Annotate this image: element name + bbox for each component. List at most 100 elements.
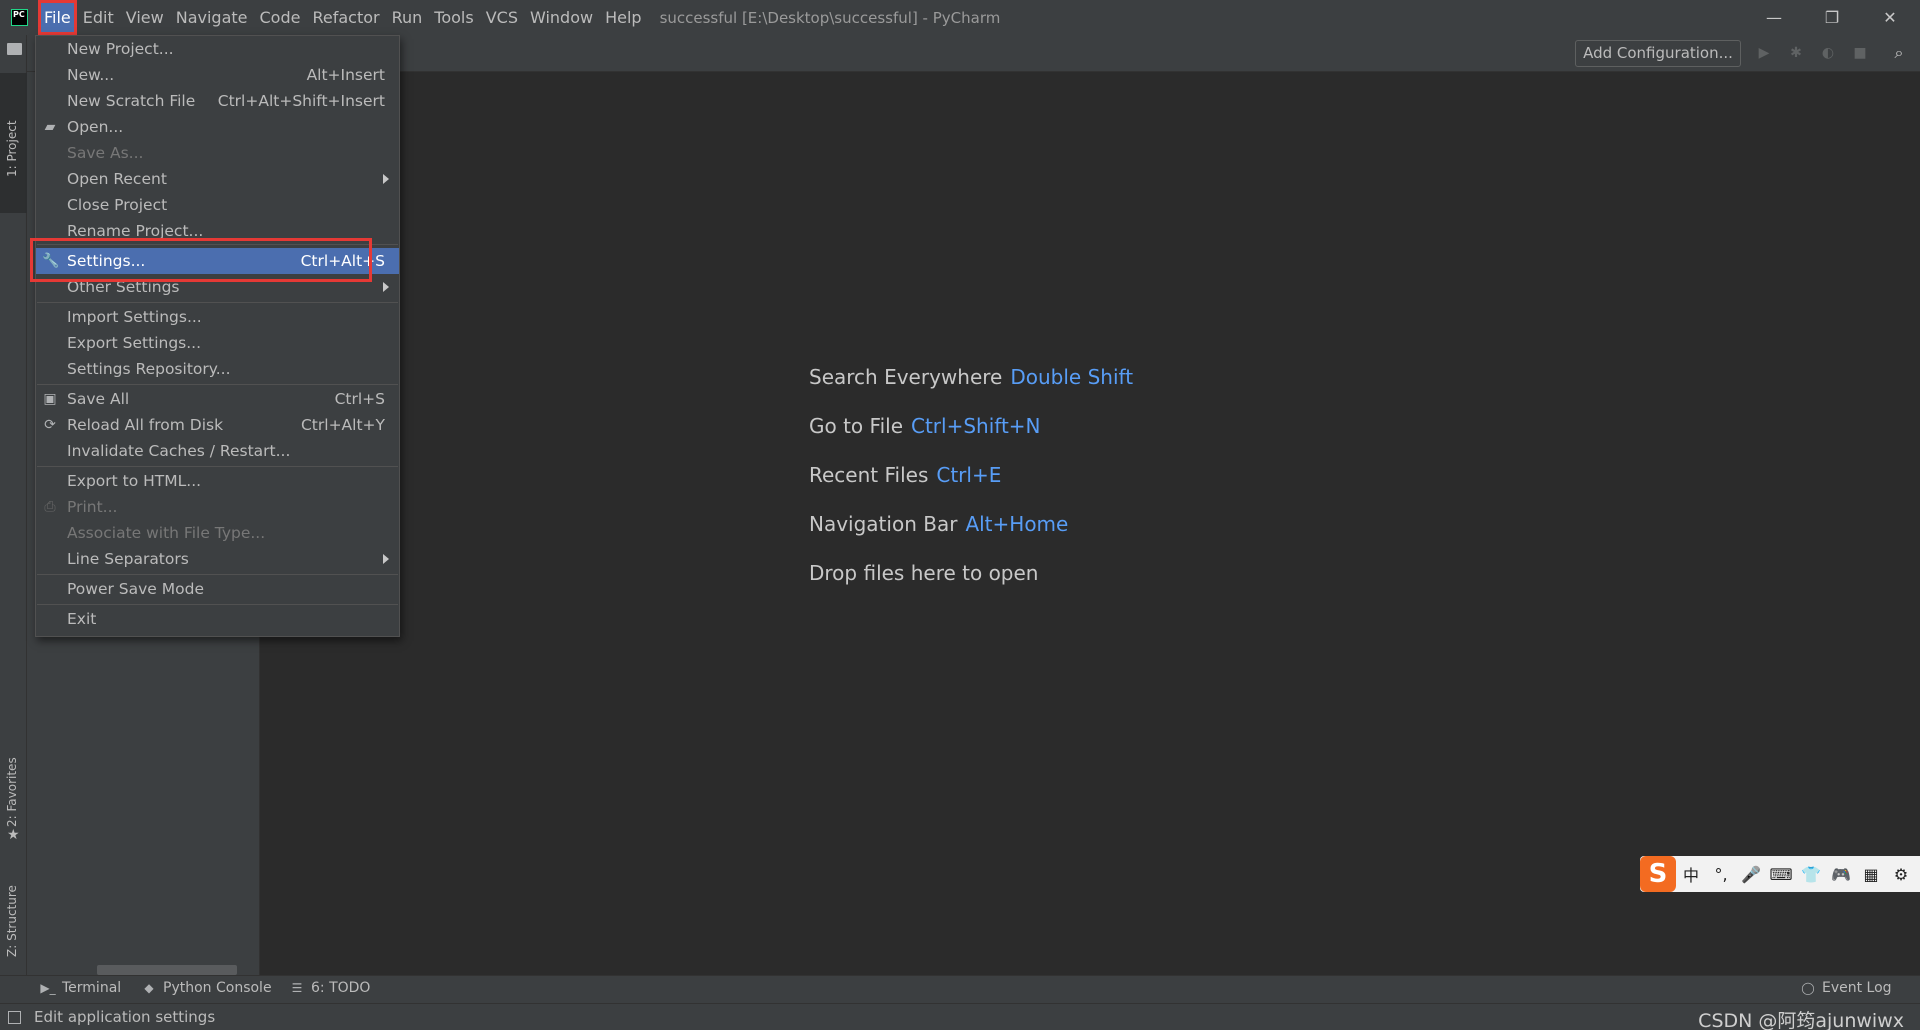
tab-terminal[interactable]: ▶_ Terminal bbox=[40, 980, 121, 996]
menu-view[interactable]: View bbox=[120, 0, 170, 35]
hint-navigation-bar: Navigation Bar Alt+Home bbox=[809, 512, 1068, 536]
menu-item-settings-repository[interactable]: Settings Repository... bbox=[36, 356, 399, 382]
python-icon: ◆ bbox=[144, 981, 154, 995]
menu-item-label: Export to HTML... bbox=[67, 472, 202, 490]
gear-icon[interactable]: ⚙ bbox=[1886, 865, 1916, 884]
menu-item-other-settings[interactable]: Other Settings bbox=[36, 274, 399, 300]
folder-icon[interactable] bbox=[7, 43, 22, 55]
menu-refactor[interactable]: Refactor bbox=[306, 0, 385, 35]
tab-todo[interactable]: ☰ 6: TODO bbox=[289, 980, 371, 996]
ime-toolbar: S 中 °, 🎤 ⌨ 👕 🎮 ▦ ⚙ bbox=[1640, 856, 1920, 892]
menu-item-open-recent[interactable]: Open Recent bbox=[36, 166, 399, 192]
hint-key: Alt+Home bbox=[965, 512, 1069, 536]
list-icon: ☰ bbox=[291, 981, 303, 995]
hint-label: Drop files here to open bbox=[809, 561, 1039, 585]
menu-item-line-separators[interactable]: Line Separators bbox=[36, 546, 399, 572]
menu-item-open[interactable]: ▰ Open... bbox=[36, 114, 399, 140]
apps-grid-icon[interactable]: ▦ bbox=[1856, 865, 1886, 884]
editor-area: Search Everywhere Double Shift Go to File… bbox=[261, 72, 1920, 975]
menu-item-label: Print... bbox=[67, 498, 118, 516]
stop-icon[interactable]: ■ bbox=[1851, 44, 1869, 62]
menu-code[interactable]: Code bbox=[254, 0, 307, 35]
gamepad-icon[interactable]: 🎮 bbox=[1826, 865, 1856, 884]
menu-item-shortcut: Ctrl+Alt+Y bbox=[300, 416, 385, 434]
menu-item-save-all[interactable]: ▣ Save All Ctrl+S bbox=[36, 386, 399, 412]
tab-project[interactable]: 1: Project bbox=[0, 73, 27, 213]
coverage-icon[interactable]: ◐ bbox=[1819, 44, 1837, 62]
menu-item-shortcut: Ctrl+S bbox=[334, 390, 385, 408]
menu-item-label: Reload All from Disk bbox=[67, 416, 224, 434]
menu-item-new-project[interactable]: New Project... bbox=[36, 36, 399, 62]
menu-item-shortcut: Alt+Insert bbox=[306, 66, 385, 84]
microphone-icon[interactable]: 🎤 bbox=[1736, 865, 1766, 884]
run-icon[interactable]: ▶ bbox=[1755, 44, 1773, 62]
menu-run[interactable]: Run bbox=[386, 0, 429, 35]
menu-item-label: Settings Repository... bbox=[67, 360, 231, 378]
menu-item-close-project[interactable]: Close Project bbox=[36, 192, 399, 218]
close-button[interactable]: ✕ bbox=[1861, 0, 1919, 35]
csdn-watermark: CSDN @阿筠ajunwiwx bbox=[1698, 1010, 1904, 1030]
menu-window[interactable]: Window bbox=[524, 0, 599, 35]
menu-item-shortcut: Ctrl+Alt+Shift+Insert bbox=[217, 92, 385, 110]
menu-item-shortcut: Ctrl+Alt+S bbox=[300, 252, 385, 270]
sogou-logo-icon[interactable]: S bbox=[1640, 856, 1676, 892]
ime-chinese-toggle[interactable]: 中 bbox=[1676, 862, 1706, 886]
menu-separator bbox=[37, 604, 398, 605]
menu-item-save-as[interactable]: Save As... bbox=[36, 140, 399, 166]
menu-item-label: Invalidate Caches / Restart... bbox=[67, 442, 291, 460]
menu-item-exit[interactable]: Exit bbox=[36, 606, 399, 632]
menu-vcs[interactable]: VCS bbox=[480, 0, 524, 35]
add-configuration-button[interactable]: Add Configuration... bbox=[1575, 40, 1741, 67]
event-log-label: Event Log bbox=[1822, 980, 1892, 996]
toggle-tool-windows-icon[interactable] bbox=[8, 1011, 21, 1024]
hint-label: Search Everywhere bbox=[809, 365, 1003, 389]
menu-item-new-scratch-file[interactable]: New Scratch File Ctrl+Alt+Shift+Insert bbox=[36, 88, 399, 114]
menu-item-new[interactable]: New... Alt+Insert bbox=[36, 62, 399, 88]
menu-item-label: New Scratch File bbox=[67, 92, 196, 110]
menu-item-label: Rename Project... bbox=[67, 222, 204, 240]
debug-icon[interactable]: ✱ bbox=[1787, 44, 1805, 62]
status-bar: Edit application settings CSDN @阿筠ajunwi… bbox=[0, 1003, 1920, 1030]
restore-button[interactable]: ❐ bbox=[1803, 0, 1861, 35]
menu-item-reload-all[interactable]: ⟳ Reload All from Disk Ctrl+Alt+Y bbox=[36, 412, 399, 438]
keyboard-icon[interactable]: ⌨ bbox=[1766, 865, 1796, 884]
tab-structure[interactable]: Z: Structure bbox=[0, 865, 27, 975]
menu-item-associate-file-type[interactable]: Associate with File Type... bbox=[36, 520, 399, 546]
menu-tools[interactable]: Tools bbox=[428, 0, 479, 35]
hint-recent-files: Recent Files Ctrl+E bbox=[809, 463, 1001, 487]
save-icon: ▣ bbox=[43, 391, 57, 407]
menu-separator bbox=[37, 574, 398, 575]
menu-navigate[interactable]: Navigate bbox=[170, 0, 254, 35]
submenu-arrow-icon bbox=[383, 554, 389, 564]
project-scrollbar[interactable] bbox=[97, 965, 237, 975]
menu-item-settings[interactable]: 🔧 Settings... Ctrl+Alt+S bbox=[36, 248, 399, 274]
menu-item-print[interactable]: ⎙ Print... bbox=[36, 494, 399, 520]
hint-key: Ctrl+E bbox=[936, 463, 1002, 487]
minimize-button[interactable]: — bbox=[1745, 0, 1803, 35]
skin-icon[interactable]: 👕 bbox=[1796, 865, 1826, 884]
menu-item-invalidate-caches[interactable]: Invalidate Caches / Restart... bbox=[36, 438, 399, 464]
tab-favorites[interactable]: 2: Favorites ★ bbox=[0, 735, 27, 845]
hint-go-to-file: Go to File Ctrl+Shift+N bbox=[809, 414, 1041, 438]
menu-item-label: New... bbox=[67, 66, 115, 84]
menu-item-label: Line Separators bbox=[67, 550, 189, 568]
menu-item-import-settings[interactable]: Import Settings... bbox=[36, 304, 399, 330]
menu-help[interactable]: Help bbox=[599, 0, 647, 35]
menu-item-label: Power Save Mode bbox=[67, 580, 204, 598]
tab-python-console[interactable]: ◆ Python Console bbox=[141, 980, 272, 996]
menu-item-export-to-html[interactable]: Export to HTML... bbox=[36, 468, 399, 494]
tab-favorites-label: 2: Favorites bbox=[5, 757, 19, 827]
search-icon[interactable]: ⌕ bbox=[1890, 44, 1908, 62]
menu-item-export-settings[interactable]: Export Settings... bbox=[36, 330, 399, 356]
tab-structure-label: Z: Structure bbox=[5, 885, 19, 957]
menu-item-label: Open Recent bbox=[67, 170, 167, 188]
menu-file[interactable]: File bbox=[38, 0, 77, 35]
menu-item-rename-project[interactable]: Rename Project... bbox=[36, 218, 399, 244]
tab-python-console-label: Python Console bbox=[163, 980, 272, 996]
menu-edit[interactable]: Edit bbox=[77, 0, 120, 35]
folder-open-icon: ▰ bbox=[44, 119, 56, 135]
event-log-button[interactable]: ◯ Event Log bbox=[1800, 980, 1892, 996]
menu-item-power-save-mode[interactable]: Power Save Mode bbox=[36, 576, 399, 602]
menu-separator bbox=[37, 302, 398, 303]
ime-punctuation-toggle[interactable]: °, bbox=[1706, 865, 1736, 884]
